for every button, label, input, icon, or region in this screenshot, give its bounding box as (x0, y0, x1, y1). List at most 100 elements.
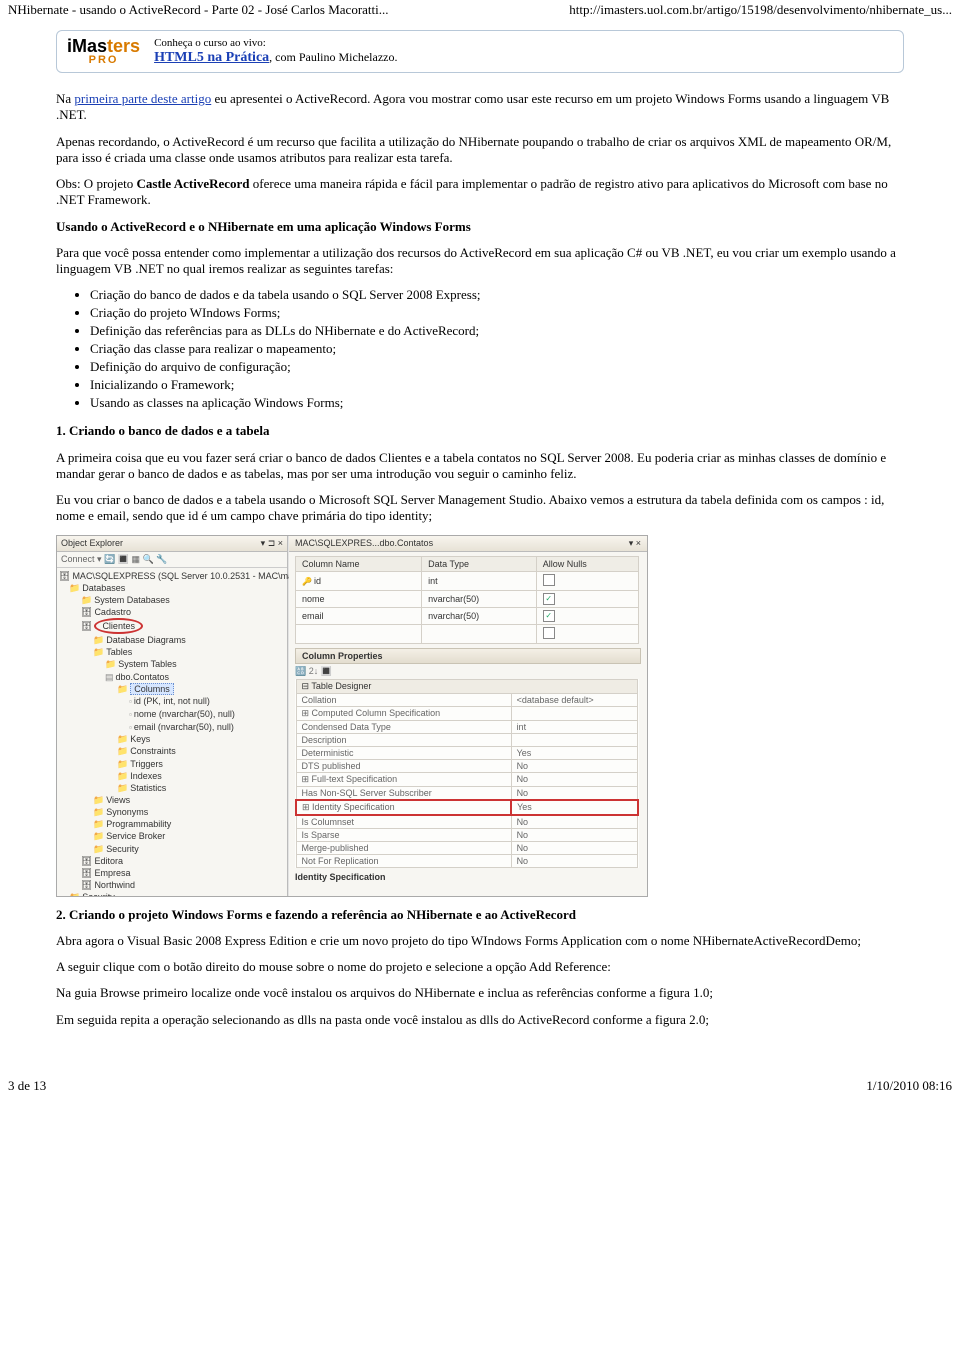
logo-subtext: PRO (89, 55, 119, 66)
object-explorer-panel: Object Explorer ▾ ⊐ × Connect ▾ 🔄 🔳 ▦ 🔍 … (57, 536, 288, 896)
task-list: Criação do banco de dados e da tabela us… (56, 287, 904, 411)
tab-close-icons: ▾ × (629, 538, 641, 549)
page-url: http://imasters.uol.com.br/artigo/15198/… (569, 2, 952, 18)
folder-icon (105, 659, 118, 669)
database-icon (81, 880, 94, 890)
paragraph-browse-activerecord: Em seguida repita a operação selecionand… (56, 1012, 904, 1028)
property-grid: ⊟ Table Designer Collation<database defa… (295, 679, 639, 868)
promo-author: , com Paulino Michelazzo. (269, 50, 397, 64)
logo-text-left: iMas (67, 36, 107, 56)
page-timestamp: 1/10/2010 08:16 (866, 1078, 952, 1094)
heading-step1-text: 1. Criando o banco de dados e a tabela (56, 423, 269, 438)
paragraph-tasks-intro: Para que você possa entender como implem… (56, 245, 904, 278)
list-item: Usando as classes na aplicação Windows F… (90, 395, 904, 411)
tab-title-text: MAC\SQLEXPRES...dbo.Contatos (295, 538, 433, 549)
intro-prefix: Na (56, 91, 74, 106)
oe-toolbar: Connect ▾ 🔄 🔳 ▦ 🔍 🔧 (57, 552, 287, 568)
table-designer-cat: Table Designer (311, 681, 371, 691)
first-part-link[interactable]: primeira parte deste artigo (74, 91, 211, 106)
cell-type: nvarchar(50) (422, 607, 537, 624)
folder-icon (93, 795, 106, 805)
column-properties-title: Column Properties (295, 648, 641, 664)
database-icon (81, 856, 94, 866)
folder-icon (69, 583, 82, 593)
paragraph-create-project: Abra agora o Visual Basic 2008 Express E… (56, 933, 904, 949)
browser-header: NHibernate - usando o ActiveRecord - Par… (0, 0, 960, 22)
obs-prefix: Obs: O projeto (56, 176, 137, 191)
folder-icon (69, 892, 82, 896)
promo-course-link[interactable]: HTML5 na Prática (154, 50, 269, 65)
page-footer: 3 de 13 1/10/2010 08:16 (0, 1072, 960, 1100)
server-icon (59, 571, 72, 581)
table-designer-panel: MAC\SQLEXPRES...dbo.Contatos ▾ × Column … (289, 536, 647, 896)
cell-nulls (536, 607, 638, 624)
list-item: Definição do arquivo de configuração; (90, 359, 904, 375)
paragraph-obs: Obs: O projeto Castle ActiveRecord ofere… (56, 176, 904, 209)
columns-grid: Column Name Data Type Allow Nulls id int… (295, 556, 639, 644)
imasters-logo: iMasters PRO (67, 37, 140, 66)
cp-toolbar: 🔠 2↓ 🔳 (295, 666, 641, 677)
folder-icon (117, 734, 130, 744)
cell-type: nvarchar(50) (422, 590, 537, 607)
cell-nulls (536, 590, 638, 607)
page-number: 3 de 13 (8, 1078, 46, 1094)
folder-icon (81, 595, 94, 605)
tree-server: MAC\SQLEXPRESS (SQL Server 10.0.2531 - M… (59, 570, 285, 582)
clientes-db-circled: Clientes (94, 618, 143, 634)
list-item: Criação do projeto WIndows Forms; (90, 305, 904, 321)
cell-name: email (296, 607, 422, 624)
oe-title-text: Object Explorer (61, 538, 123, 549)
cell-name: id (296, 571, 422, 590)
paragraph-create-db: A primeira coisa que eu vou fazer será c… (56, 450, 904, 483)
folder-icon (117, 783, 130, 793)
promo-text-block: Conheça o curso ao vivo: HTML5 na Prátic… (154, 37, 397, 66)
folder-icon (93, 819, 106, 829)
heading-usando-text: Usando o ActiveRecord e o NHibernate em … (56, 219, 471, 234)
table-icon (105, 672, 116, 682)
list-item: Criação das classe para realizar o mapea… (90, 341, 904, 357)
paragraph-add-reference: A seguir clique com o botão direito do m… (56, 959, 904, 975)
heading-step2: 2. Criando o projeto Windows Forms e faz… (56, 907, 904, 923)
logo-text-right: ters (107, 36, 140, 56)
folder-icon (117, 771, 130, 781)
folder-icon (93, 831, 106, 841)
checkbox-icon (543, 610, 555, 622)
page-title: NHibernate - usando o ActiveRecord - Par… (8, 2, 389, 18)
castle-bold: Castle ActiveRecord (137, 176, 250, 191)
checkbox-icon (543, 574, 555, 586)
oe-pin-icons: ▾ ⊐ × (261, 538, 283, 549)
table-row: email nvarchar(50) (296, 607, 639, 624)
folder-icon (93, 844, 106, 854)
heading-step1: 1. Criando o banco de dados e a tabela (56, 423, 904, 439)
paragraph-browse-nhibernate: Na guia Browse primeiro localize onde vo… (56, 985, 904, 1001)
table-row: id int (296, 571, 639, 590)
promo-banner: iMasters PRO Conheça o curso ao vivo: HT… (56, 30, 904, 73)
list-item: Inicializando o Framework; (90, 377, 904, 393)
folder-icon (117, 684, 130, 694)
promo-small-line: Conheça o curso ao vivo: (154, 37, 397, 49)
checkbox-icon (543, 627, 555, 639)
cell-name: nome (296, 590, 422, 607)
heading-step2-text: 2. Criando o projeto Windows Forms e faz… (56, 907, 576, 922)
heading-usando: Usando o ActiveRecord e o NHibernate em … (56, 219, 904, 235)
ssms-screenshot: Object Explorer ▾ ⊐ × Connect ▾ 🔄 🔳 ▦ 🔍 … (56, 535, 648, 897)
list-item: Criação do banco de dados e da tabela us… (90, 287, 904, 303)
identity-spec-row-highlighted: ⊞ Identity SpecificationYes (296, 800, 638, 815)
cell-nulls (536, 571, 638, 590)
identity-spec-footer: Identity Specification (295, 872, 641, 882)
folder-icon (117, 746, 130, 756)
database-icon (81, 607, 94, 617)
designer-tab-title: MAC\SQLEXPRES...dbo.Contatos ▾ × (289, 536, 647, 552)
object-explorer-titlebar: Object Explorer ▾ ⊐ × (57, 536, 287, 552)
database-icon (81, 621, 94, 631)
list-item: Definição das referências para as DLLs d… (90, 323, 904, 339)
folder-icon (93, 807, 106, 817)
folder-icon (93, 635, 106, 645)
paragraph-ssms: Eu vou criar o banco de dados e a tabela… (56, 492, 904, 525)
folder-icon (93, 647, 106, 657)
grid-header-type: Data Type (422, 556, 537, 571)
cell-type: int (422, 571, 537, 590)
database-icon (81, 868, 94, 878)
table-row-empty (296, 624, 639, 643)
grid-header-nulls: Allow Nulls (536, 556, 638, 571)
